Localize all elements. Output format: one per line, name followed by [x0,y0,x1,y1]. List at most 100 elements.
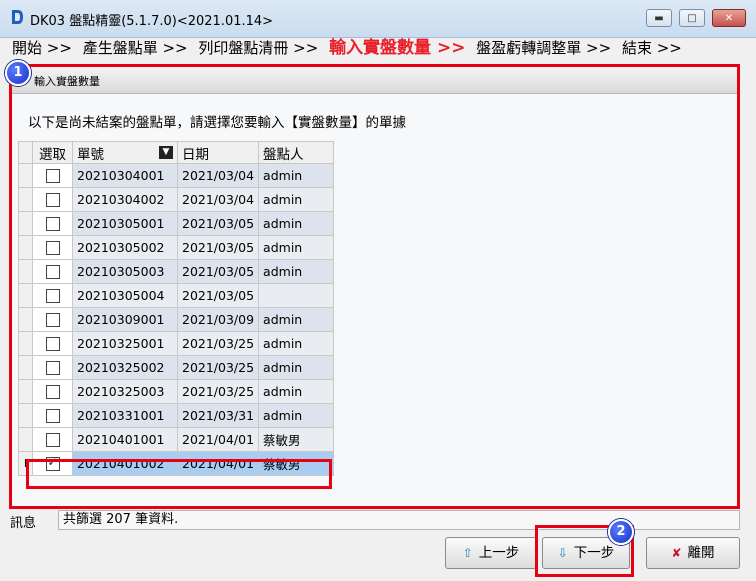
cell-number[interactable]: 20210305004 [72,283,178,308]
cell-number[interactable]: 20210305002 [72,235,178,260]
cell-person[interactable]: admin [258,379,335,404]
table-row[interactable]: 20210325003 2021/03/25 admin [18,379,335,404]
row-indicator [18,379,33,404]
cell-person[interactable]: admin [258,259,335,284]
cell-number[interactable]: 20210309001 [72,307,178,332]
cell-number[interactable]: 20210325002 [72,355,178,380]
close-button[interactable]: ✕ [712,9,746,27]
cell-date[interactable]: 2021/03/05 [176,283,260,308]
table-row[interactable]: 20210325002 2021/03/25 admin [18,355,335,380]
cell-date[interactable]: 2021/03/05 [176,211,260,236]
cell-number[interactable]: 20210331001 [72,403,178,428]
exit-button[interactable]: ✘ 離開 [646,537,740,569]
row-select-cell[interactable] [32,331,73,356]
table-row[interactable]: 20210331001 2021/03/31 admin [18,403,335,428]
cell-date[interactable]: 2021/03/09 [176,307,260,332]
cell-number[interactable]: 20210305001 [72,211,178,236]
count-sheet-grid: 選取 單號 ▼ 日期 盤點人 20210304001 2021/03/04 admin… [18,141,335,476]
cell-number[interactable]: 20210304001 [72,163,178,188]
row-select-cell[interactable] [32,355,73,380]
cell-date[interactable]: 2021/03/31 [176,403,260,428]
row-indicator [18,355,33,380]
maximize-button[interactable]: □ [679,9,705,27]
cell-person[interactable] [258,283,335,308]
table-row[interactable]: 20210325001 2021/03/25 admin [18,331,335,356]
row-select-cell[interactable] [32,403,73,428]
cell-person[interactable]: 蔡敏男 [258,427,335,452]
cell-date[interactable]: 2021/03/05 [176,235,260,260]
row-checkbox[interactable] [45,433,60,448]
table-row[interactable]: 20210305001 2021/03/05 admin [18,211,335,236]
header-date[interactable]: 日期 [176,141,260,164]
step-end: 結束 >> [621,39,682,57]
row-checkbox[interactable] [45,265,60,280]
cell-person[interactable]: admin [258,307,335,332]
table-row[interactable]: 20210401001 2021/04/01 蔡敏男 [18,427,335,452]
table-row[interactable]: 20210304002 2021/03/04 admin [18,187,335,212]
row-checkbox[interactable] [45,169,60,184]
cell-person[interactable]: admin [258,355,335,380]
exit-label: 離開 [687,545,715,561]
row-select-cell[interactable] [32,307,73,332]
row-checkbox[interactable] [45,409,60,424]
row-select-cell[interactable] [32,283,73,308]
cell-number[interactable]: 20210325001 [72,331,178,356]
row-indicator [18,259,33,284]
cell-number[interactable]: 20210325003 [72,379,178,404]
row-indicator [18,307,33,332]
instruction-text: 以下是尚未結案的盤點單，請選擇您要輸入【實盤數量】的單據 [28,115,406,131]
cell-date[interactable]: 2021/04/01 [176,427,260,452]
button-bar: ⇧ 上一步 ⇩ 下一步 ✘ 離開 [0,530,756,581]
table-row[interactable]: 20210305004 2021/03/05 [18,283,335,308]
row-select-cell[interactable] [32,235,73,260]
row-indicator [18,211,33,236]
cell-date[interactable]: 2021/03/04 [176,187,260,212]
row-checkbox[interactable] [45,193,60,208]
row-checkbox[interactable] [45,217,60,232]
header-number-label: 單號 [77,146,104,163]
table-row[interactable]: 20210304001 2021/03/04 admin [18,163,335,188]
cell-person[interactable]: admin [258,187,335,212]
message-text: 共篩選 207 筆資料. [58,510,740,530]
row-select-cell[interactable] [32,163,73,188]
cell-person[interactable]: admin [258,211,335,236]
row-checkbox[interactable] [45,289,60,304]
cell-person[interactable]: admin [258,331,335,356]
grid-header-row: 選取 單號 ▼ 日期 盤點人 [18,141,335,164]
sort-down-icon[interactable]: ▼ [159,145,173,159]
row-checkbox[interactable] [45,385,60,400]
row-checkbox[interactable] [45,241,60,256]
prev-step-button[interactable]: ⇧ 上一步 [445,537,537,569]
row-select-cell[interactable] [32,259,73,284]
row-select-cell[interactable] [32,427,73,452]
row-checkbox[interactable] [45,361,60,376]
message-label: 訊息 [10,516,37,531]
cell-number[interactable]: 20210304002 [72,187,178,212]
cell-date[interactable]: 2021/03/05 [176,259,260,284]
row-select-cell[interactable] [32,187,73,212]
cell-date[interactable]: 2021/03/25 [176,379,260,404]
cell-date[interactable]: 2021/03/04 [176,163,260,188]
step-adjust: 盤盈虧轉調整單 >> [476,39,612,57]
header-number[interactable]: 單號 ▼ [72,141,178,164]
row-select-cell[interactable] [32,379,73,404]
minimize-button[interactable]: ▬ [646,9,672,27]
cell-person[interactable]: admin [258,403,335,428]
header-person[interactable]: 盤點人 [258,141,335,164]
cell-date[interactable]: 2021/03/25 [176,355,260,380]
table-row[interactable]: 20210305003 2021/03/05 admin [18,259,335,284]
row-select-cell[interactable] [32,211,73,236]
cell-number[interactable]: 20210401001 [72,427,178,452]
table-row[interactable]: 20210309001 2021/03/09 admin [18,307,335,332]
row-indicator [18,187,33,212]
step-create: 產生盤點單 >> [82,39,188,57]
header-select[interactable]: 選取 [32,141,73,164]
cell-person[interactable]: admin [258,235,335,260]
row-checkbox[interactable] [45,313,60,328]
row-checkbox[interactable] [45,337,60,352]
cell-number[interactable]: 20210305003 [72,259,178,284]
cell-person[interactable]: admin [258,163,335,188]
cell-date[interactable]: 2021/03/25 [176,331,260,356]
table-row[interactable]: 20210305002 2021/03/05 admin [18,235,335,260]
step-print: 列印盤點清冊 >> [198,39,319,57]
